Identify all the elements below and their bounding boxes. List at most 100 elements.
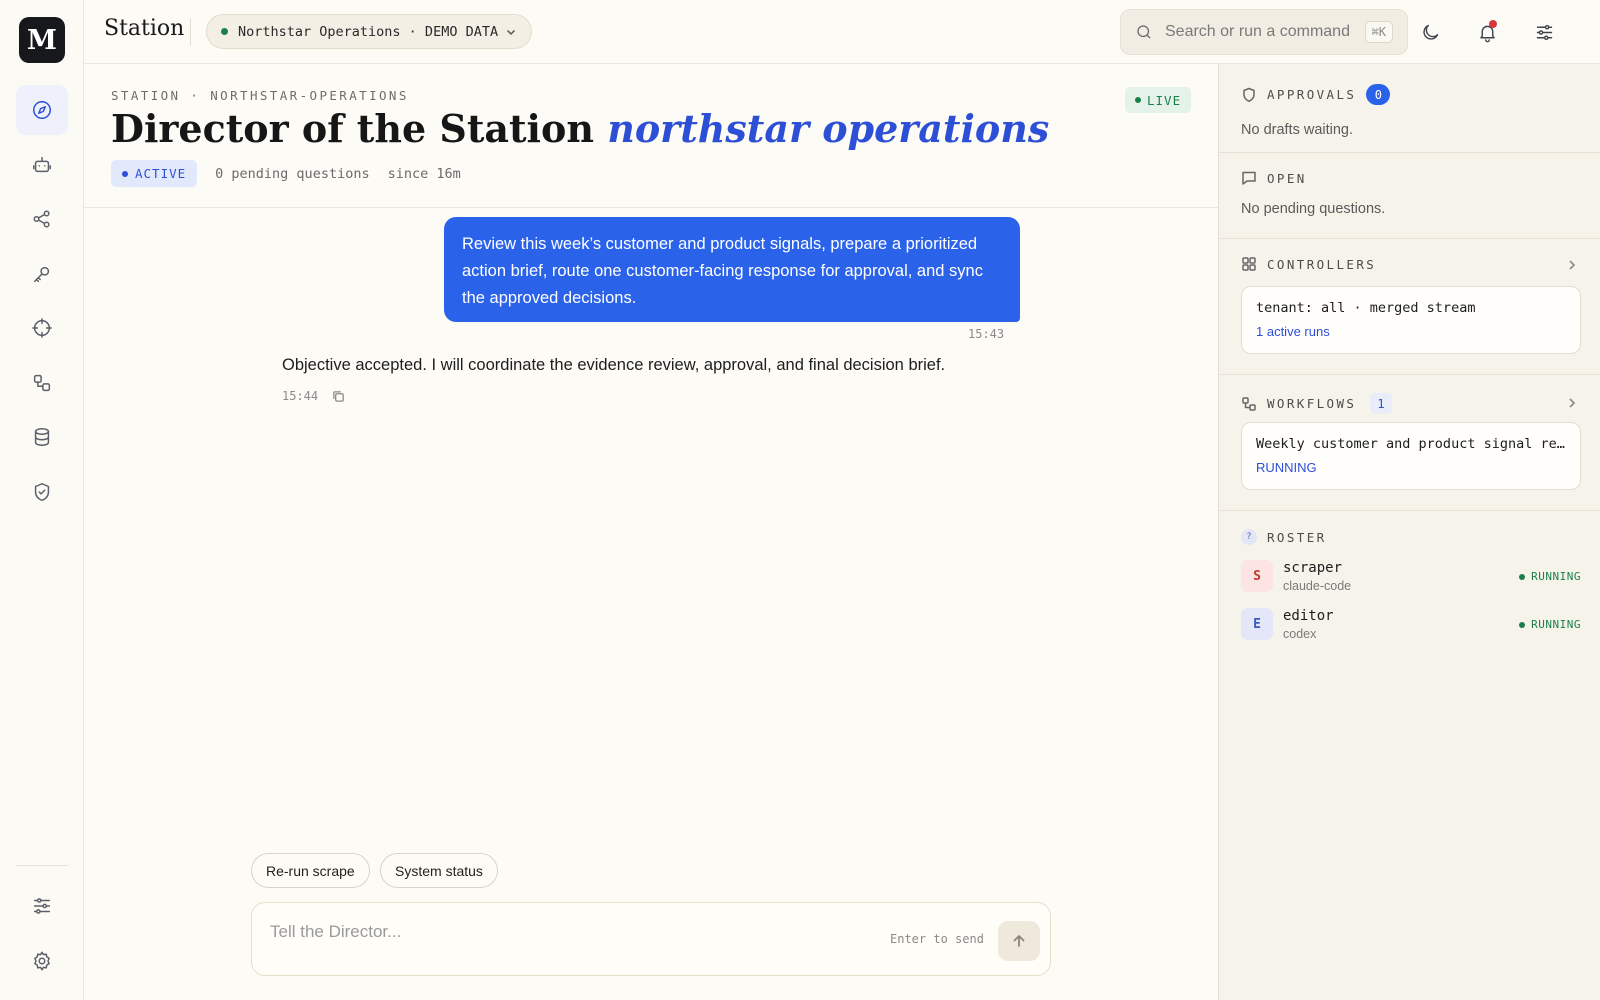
theme-toggle-button[interactable]	[1415, 17, 1445, 47]
tenant-status-dot	[221, 28, 228, 35]
approvals-section: APPROVALS 0 No drafts waiting.	[1219, 64, 1600, 153]
status-badge: ACTIVE	[111, 160, 198, 187]
workflows-chevron-right-icon[interactable]	[1565, 396, 1579, 410]
status-dot	[122, 170, 128, 177]
title-accent: northstar operations	[607, 106, 1050, 151]
status-dot	[1519, 621, 1526, 628]
roster-label: ROSTER	[1267, 529, 1327, 545]
controller-card-title: tenant: all · merged stream	[1256, 300, 1476, 316]
crosshair-icon	[32, 318, 52, 338]
since-label: since 16m	[387, 165, 461, 182]
header-meta: ACTIVE 0 pending questions since 16m	[111, 160, 461, 187]
send-button[interactable]	[998, 921, 1040, 961]
nav-connections[interactable]	[16, 194, 68, 244]
arrow-up-icon	[1013, 935, 1025, 947]
page-title: Director of the Station northstar operat…	[111, 106, 1049, 151]
agent-status-label: RUNNING	[1531, 618, 1581, 631]
message-square-icon	[1242, 171, 1256, 185]
copy-icon[interactable]	[332, 390, 345, 403]
workflow-icon	[33, 374, 51, 392]
controller-card[interactable]: tenant: all · merged stream 1 active run…	[1241, 286, 1581, 354]
key-icon	[33, 266, 50, 283]
director-header: STATION · NORTHSTAR-OPERATIONS Director …	[84, 64, 1218, 208]
agent-message-time: 15:44	[282, 389, 319, 403]
agent-status: RUNNING	[1519, 618, 1581, 631]
rerun-scrape-button[interactable]: Re-run scrape	[251, 853, 370, 888]
user-message-bubble: Review this week’s customer and product …	[444, 217, 1020, 322]
live-label: LIVE	[1147, 92, 1182, 108]
nav-keys[interactable]	[16, 249, 68, 299]
nav-security[interactable]	[16, 467, 68, 517]
agent-name: editor	[1283, 608, 1334, 624]
agent-runtime: codex	[1283, 627, 1317, 641]
notification-dot	[1489, 20, 1497, 28]
nav-agents[interactable]	[16, 140, 68, 190]
notifications-button[interactable]	[1472, 17, 1502, 47]
brand-name: Station	[104, 16, 185, 41]
composer: Enter to send	[251, 902, 1051, 976]
workflows-count: 1	[1370, 393, 1392, 414]
nav-preferences[interactable]	[16, 881, 68, 931]
sliders-icon	[1536, 24, 1552, 40]
database-icon	[34, 428, 50, 446]
sliders-icon	[33, 898, 51, 914]
system-status-button[interactable]: System status	[380, 853, 498, 888]
workflows-header: WORKFLOWS 1	[1241, 393, 1392, 414]
pending-questions: 0 pending questions	[215, 165, 370, 182]
app-logo[interactable]: M	[19, 17, 65, 63]
agent-message: Objective accepted. I will coordinate th…	[282, 356, 946, 374]
open-label: OPEN	[1267, 170, 1307, 186]
director-message-input[interactable]	[270, 922, 850, 942]
robot-icon	[33, 156, 51, 173]
rail-divider	[16, 865, 68, 866]
status-label: ACTIVE	[135, 166, 187, 181]
status-dot	[1519, 573, 1526, 580]
workflow-card[interactable]: Weekly customer and product signal revie…	[1241, 422, 1581, 490]
enter-to-send-hint: Enter to send	[890, 932, 984, 946]
approvals-empty: No drafts waiting.	[1241, 122, 1354, 138]
roster-agent-scraper[interactable]: S scraper claude-code RUNNING	[1241, 558, 1581, 594]
shield-check-icon	[34, 483, 50, 501]
agent-status-label: RUNNING	[1531, 570, 1581, 583]
compass-icon	[33, 101, 51, 119]
open-empty: No pending questions.	[1241, 201, 1386, 217]
roster-header: ? ROSTER	[1241, 529, 1327, 545]
logo-letter: M	[27, 24, 57, 56]
nav-workflows[interactable]	[16, 358, 68, 408]
agent-runtime: claude-code	[1283, 579, 1352, 593]
live-dot	[1135, 97, 1141, 103]
nav-settings[interactable]	[16, 936, 68, 986]
avatar: E	[1241, 608, 1273, 640]
user-message-time: 15:43	[968, 327, 1005, 341]
nav-targets[interactable]	[16, 303, 68, 353]
nav-director[interactable]	[16, 85, 68, 135]
agent-message-meta: 15:44	[282, 389, 345, 403]
search-placeholder: Search or run a command	[1165, 23, 1350, 40]
open-header: OPEN	[1241, 170, 1307, 186]
workflows-label: WORKFLOWS	[1267, 396, 1357, 411]
tenant-selector[interactable]: Northstar Operations · DEMO DATA	[206, 14, 532, 49]
grid-icon	[1242, 257, 1256, 271]
workflows-section: WORKFLOWS 1 Weekly customer and product …	[1219, 375, 1600, 511]
panel-settings-button[interactable]	[1529, 17, 1559, 47]
roster-agent-editor[interactable]: E editor codex RUNNING	[1241, 606, 1581, 642]
command-search[interactable]: Search or run a command ⌘K	[1120, 9, 1408, 55]
chevron-down-icon	[506, 29, 516, 35]
agent-status: RUNNING	[1519, 570, 1581, 583]
brand-divider	[190, 18, 191, 46]
search-shortcut: ⌘K	[1364, 21, 1393, 43]
workflow-icon	[1242, 396, 1256, 411]
workflow-card-title: Weekly customer and product signal revie…	[1256, 436, 1566, 452]
controllers-chevron-right-icon[interactable]	[1565, 258, 1579, 272]
controllers-label: CONTROLLERS	[1267, 256, 1377, 272]
title-main: Director of the Station	[111, 106, 594, 151]
search-icon	[1137, 25, 1151, 39]
open-questions-section: OPEN No pending questions.	[1219, 153, 1600, 239]
shield-icon	[1243, 87, 1255, 102]
agent-name: scraper	[1283, 560, 1343, 576]
question-circle-icon: ?	[1241, 529, 1257, 545]
tenant-label: Northstar Operations · DEMO DATA	[238, 23, 499, 40]
nav-data[interactable]	[16, 412, 68, 462]
share-nodes-icon	[33, 210, 50, 228]
controller-active-runs[interactable]: 1 active runs	[1256, 324, 1566, 339]
